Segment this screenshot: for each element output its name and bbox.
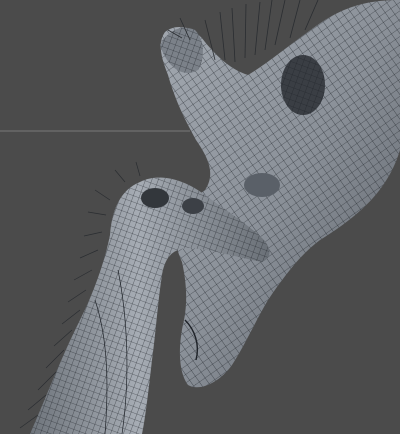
3d-viewport[interactable] (0, 0, 400, 434)
baby-eye (182, 198, 204, 214)
viewport-canvas[interactable] (0, 0, 400, 434)
baby-ear (141, 188, 169, 208)
